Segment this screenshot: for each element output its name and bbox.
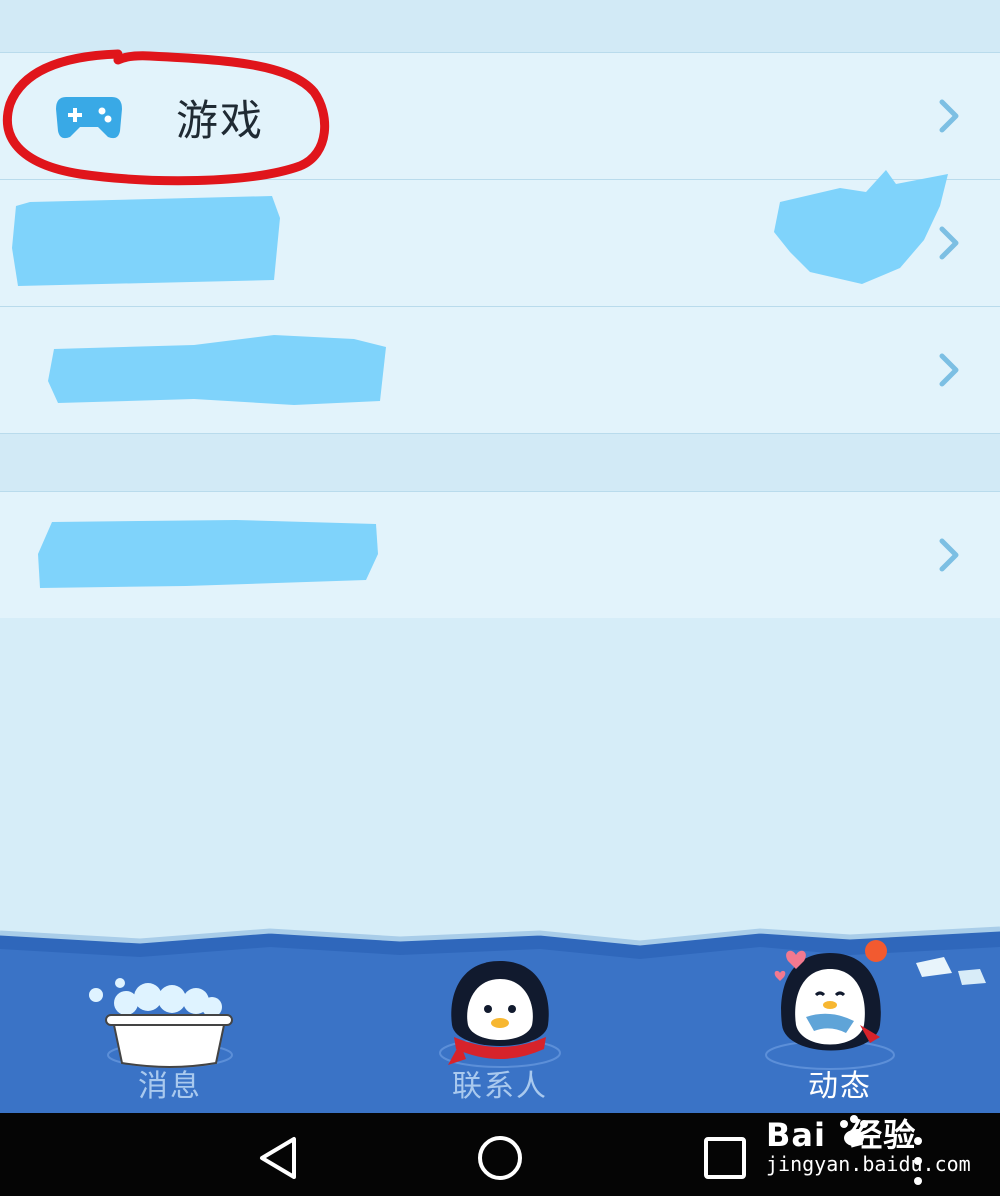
section-divider — [0, 434, 1000, 492]
chevron-right-icon — [939, 353, 959, 387]
gamepad-icon — [56, 97, 122, 139]
menu-row-label: 游戏 — [176, 96, 265, 145]
redaction-scribble — [38, 520, 378, 588]
tab-label: 消息 — [138, 1069, 202, 1104]
paw-icon — [840, 1115, 868, 1146]
watermark-url: jingyan.baidu.com — [766, 1152, 971, 1176]
menu-row-redacted-2[interactable] — [0, 307, 1000, 434]
menu-row-redacted-1[interactable] — [0, 170, 1000, 307]
notification-dot — [865, 940, 887, 962]
tab-feed[interactable]: 动态 — [720, 925, 960, 1113]
chevron-right-icon — [939, 99, 959, 133]
redaction-scribble — [774, 170, 948, 284]
chevron-right-icon — [939, 226, 959, 260]
tab-label: 动态 — [808, 1069, 872, 1104]
redaction-scribble — [48, 335, 386, 405]
top-strip — [0, 0, 1000, 53]
back-icon[interactable] — [254, 1133, 304, 1183]
tab-label: 联系人 — [452, 1069, 548, 1104]
empty-area — [0, 618, 1000, 938]
penguin-icon — [439, 961, 561, 1068]
menu-row-redacted-3[interactable] — [0, 492, 1000, 619]
chevron-right-icon — [939, 538, 959, 572]
menu-row-games[interactable]: 游戏 — [0, 53, 1000, 180]
bathtub-icon — [89, 978, 233, 1068]
home-icon[interactable] — [475, 1133, 525, 1183]
tab-contacts[interactable]: 联系人 — [390, 925, 610, 1113]
recent-apps-icon[interactable] — [700, 1133, 750, 1183]
redaction-scribble — [12, 196, 280, 286]
tab-messages[interactable]: 消息 — [60, 925, 280, 1113]
bottom-tab-bar: 消息 联系人 动态 — [0, 925, 1000, 1113]
watermark: Bai 经验 jingyan.baidu.com — [766, 1108, 971, 1178]
penguin-with-fish-icon — [765, 940, 895, 1070]
